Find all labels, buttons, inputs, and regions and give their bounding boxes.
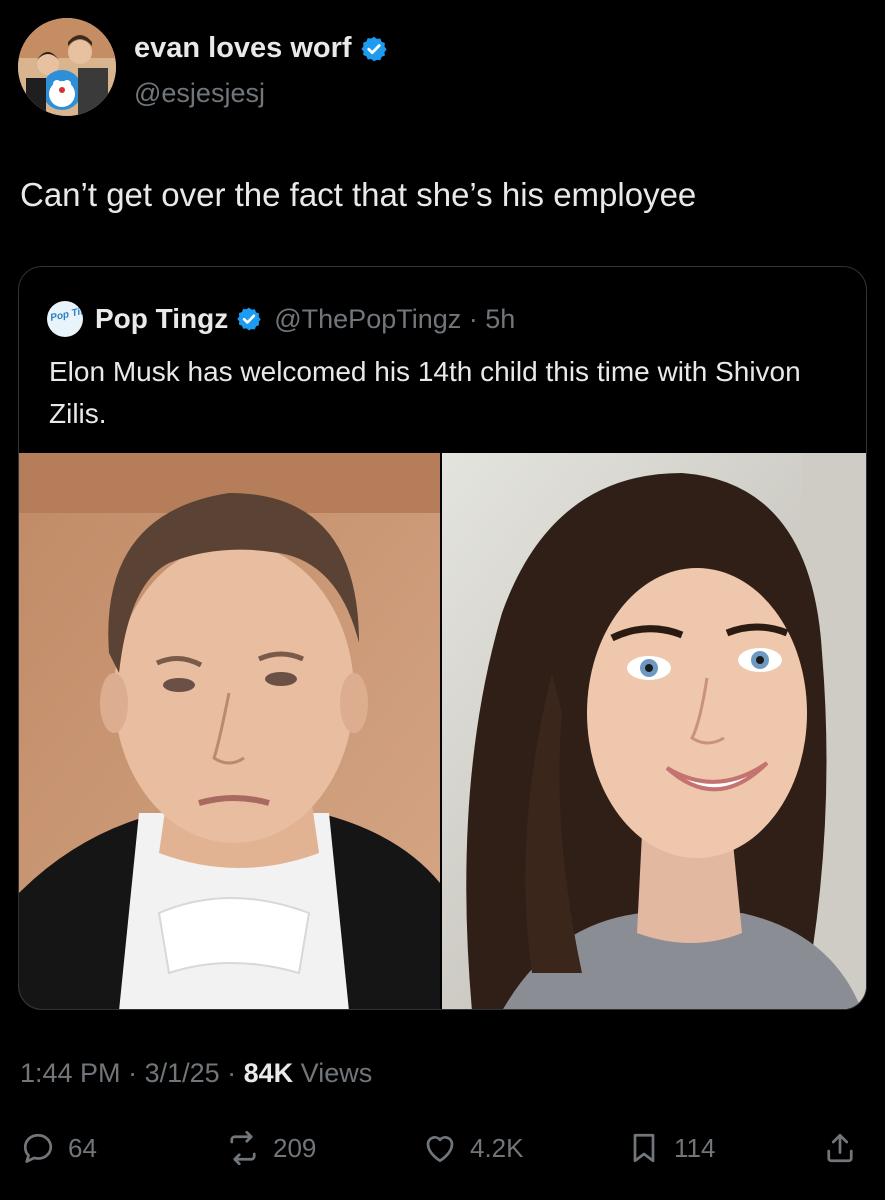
like-count: 4.2K xyxy=(470,1132,524,1163)
tweet-meta: 1:44 PM · 3/1/25 · 84K Views xyxy=(20,1058,372,1089)
tweet-text: Can’t get over the fact that she’s his e… xyxy=(20,176,697,213)
media-photo-right[interactable] xyxy=(442,453,866,1009)
quoted-tweet-header: Pop Tingz Pop Tingz @ThePopTingz · 5h xyxy=(47,301,515,337)
views-label: Views xyxy=(293,1058,373,1088)
like-button[interactable]: 4.2K xyxy=(422,1130,524,1166)
woman-portrait-photo xyxy=(442,453,866,1009)
verified-badge-icon xyxy=(360,36,387,61)
quoted-author-name[interactable]: Pop Tingz xyxy=(95,303,228,335)
reply-count: 64 xyxy=(68,1132,97,1163)
quoted-author-logo: Pop Tingz xyxy=(49,303,83,324)
heart-icon xyxy=(426,1136,454,1163)
bookmark-count: 114 xyxy=(674,1132,716,1163)
meta-separator: · xyxy=(120,1058,145,1088)
man-portrait-photo xyxy=(19,453,440,1009)
repost-count: 209 xyxy=(273,1132,317,1163)
verified-badge-icon xyxy=(237,307,261,331)
author-display-name[interactable]: evan loves worf xyxy=(134,32,352,65)
meta-separator: · xyxy=(219,1058,244,1088)
repost-button[interactable]: 209 xyxy=(225,1130,316,1166)
avatar-photo xyxy=(18,18,116,116)
quoted-tweet-text: Elon Musk has welcomed his 14th child th… xyxy=(49,356,801,429)
quoted-author-avatar[interactable]: Pop Tingz xyxy=(47,301,83,337)
tweet-time[interactable]: 1:44 PM xyxy=(20,1058,121,1088)
share-button[interactable] xyxy=(822,1130,858,1166)
repost-icon xyxy=(230,1130,256,1166)
quoted-author-handle-time: @ThePopTingz · 5h xyxy=(274,303,516,334)
views-count[interactable]: 84K xyxy=(244,1058,294,1088)
reply-button[interactable]: 64 xyxy=(20,1130,97,1166)
share-icon xyxy=(827,1133,853,1163)
reply-icon xyxy=(23,1133,53,1163)
bookmark-button[interactable]: 114 xyxy=(626,1130,715,1166)
quoted-tweet-media[interactable] xyxy=(19,453,866,1009)
author-handle[interactable]: @esjesjesj xyxy=(134,78,265,109)
tweet-date[interactable]: 3/1/25 xyxy=(145,1058,220,1088)
author-avatar[interactable] xyxy=(18,18,116,116)
tweet-header: evan loves worf @esjesjesj xyxy=(18,18,867,118)
media-photo-left[interactable] xyxy=(19,453,440,1009)
bookmark-icon xyxy=(633,1133,655,1163)
author-name-row: evan loves worf xyxy=(134,32,388,65)
quoted-tweet-card[interactable]: Pop Tingz Pop Tingz @ThePopTingz · 5h El… xyxy=(18,266,867,1010)
tweet-actions-bar: 64 209 4.2K 114 xyxy=(20,1130,865,1174)
